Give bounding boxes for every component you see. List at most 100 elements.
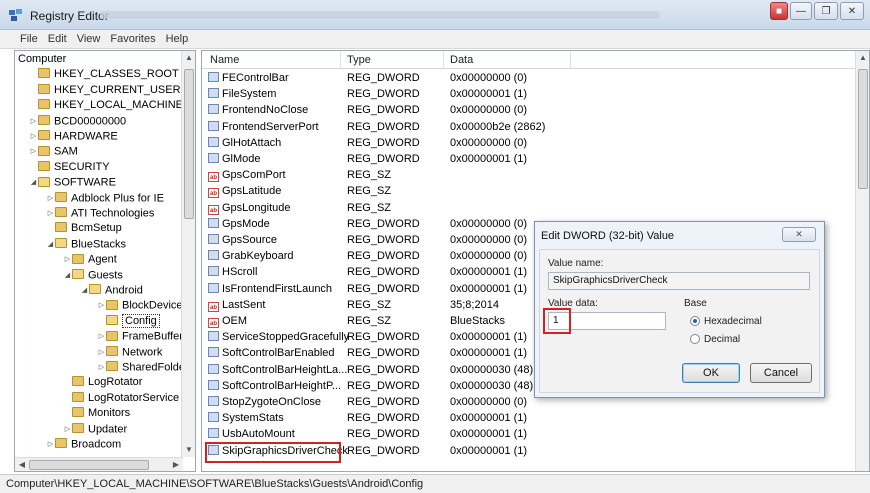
key-tree-pane[interactable]: Computer HKEY_CLASSES_ROOT HKEY_CURRENT_US… — [14, 50, 196, 472]
expand-icon[interactable]: ▷ — [29, 114, 38, 129]
menu-file[interactable]: File — [20, 33, 38, 45]
tree-item[interactable]: LogRotatorService — [63, 391, 179, 406]
tree-item[interactable]: ◢ Android — [80, 283, 143, 298]
value-row[interactable]: ab GpsComPort REG_SZ — [202, 167, 857, 183]
collapse-icon[interactable]: ◢ — [63, 268, 72, 283]
expand-icon[interactable]: ▷ — [63, 422, 72, 437]
value-name: SoftControlBarEnabled — [222, 347, 335, 360]
tree-item[interactable]: ▷ SAM — [29, 144, 78, 159]
registry-editor-icon — [9, 9, 22, 21]
value-row[interactable]: ab GpsLongitude REG_SZ — [202, 200, 857, 216]
menu-favorites[interactable]: Favorites — [110, 33, 155, 45]
tree-item[interactable]: Monitors — [63, 406, 130, 421]
value-row[interactable]: FrontendNoClose REG_DWORD 0x00000000 (0) — [202, 102, 857, 118]
expand-icon[interactable]: ▷ — [29, 144, 38, 159]
menu-edit[interactable]: Edit — [48, 33, 67, 45]
collapse-icon[interactable]: ◢ — [80, 283, 89, 298]
collapse-icon[interactable]: ◢ — [46, 237, 55, 252]
ok-button[interactable]: OK — [682, 363, 740, 383]
expand-icon[interactable]: ▷ — [46, 206, 55, 221]
column-type-header[interactable]: Type — [347, 54, 371, 66]
tree-item[interactable]: ▷ BCD00000000 — [29, 114, 126, 129]
value-data-cell: 0x00000030 (48) — [450, 363, 534, 376]
red-indicator-icon[interactable]: ■ — [770, 2, 788, 20]
menu-view[interactable]: View — [77, 33, 101, 45]
decimal-radio[interactable]: Decimal — [690, 334, 740, 345]
tree-item[interactable]: BcmSetup — [46, 221, 122, 236]
value-name-cell: FrontendServerPort — [208, 119, 319, 135]
tree-item[interactable]: Config — [97, 313, 160, 329]
list-scroll-thumb[interactable] — [858, 69, 868, 189]
tree-item[interactable]: HKEY_CLASSES_ROOT — [29, 67, 179, 82]
value-row[interactable]: ab GpsLatitude REG_SZ — [202, 183, 857, 199]
tree-item[interactable]: ▷ Agent — [63, 252, 117, 267]
tree-item[interactable]: ◢ SOFTWARE — [29, 175, 116, 190]
scroll-right-icon[interactable]: ▶ — [169, 458, 183, 471]
column-divider[interactable] — [443, 51, 444, 69]
folder-icon — [72, 269, 84, 279]
radio-unselected-icon[interactable] — [690, 334, 700, 344]
value-row[interactable]: SystemStats REG_DWORD 0x00000001 (1) — [202, 410, 857, 426]
value-row[interactable]: GlMode REG_DWORD 0x00000001 (1) — [202, 151, 857, 167]
radio-selected-icon[interactable] — [690, 316, 700, 326]
tree-item[interactable]: LogRotator — [63, 375, 142, 390]
value-row[interactable]: FrontendServerPort REG_DWORD 0x00000b2e (2… — [202, 119, 857, 135]
column-data-header[interactable]: Data — [450, 54, 473, 66]
tree-item[interactable]: ▷ BlockDevice — [97, 298, 183, 313]
expand-icon[interactable]: ▷ — [46, 437, 55, 452]
tree-item[interactable]: ◢ Guests — [63, 268, 123, 283]
minimize-icon[interactable]: — — [790, 2, 812, 20]
tree-item[interactable]: ▷ HARDWARE — [29, 129, 118, 144]
tree-hscroll-thumb[interactable] — [29, 460, 149, 470]
tree-item[interactable]: ▷ SharedFolder — [97, 360, 189, 375]
menu-help[interactable]: Help — [166, 33, 189, 45]
folder-icon — [38, 176, 50, 187]
tree-item[interactable]: ▷ FrameBuffer — [97, 329, 183, 344]
value-data-cell: 0x00000030 (48) — [450, 379, 534, 392]
expand-icon[interactable]: ▷ — [63, 252, 72, 267]
scroll-up-icon[interactable]: ▲ — [856, 51, 869, 65]
tree-item[interactable]: ◢ BlueStacks — [46, 237, 126, 252]
tree-horizontal-scrollbar[interactable]: ◀ ▶ — [15, 457, 183, 471]
tree-item[interactable]: HKEY_LOCAL_MACHINE — [29, 98, 183, 113]
scroll-down-icon[interactable]: ▼ — [182, 443, 195, 457]
restore-icon[interactable]: ❐ — [814, 2, 838, 20]
scroll-left-icon[interactable]: ◀ — [15, 458, 29, 471]
tree-item[interactable]: ▷ ATI Technologies — [46, 206, 154, 221]
expand-icon[interactable]: ▷ — [97, 360, 106, 375]
expand-icon[interactable]: ▷ — [97, 329, 106, 344]
value-type-cell: REG_SZ — [347, 298, 392, 311]
tree-item[interactable]: ▷ Network — [97, 345, 162, 360]
expand-icon[interactable]: ▷ — [97, 298, 106, 313]
expand-icon[interactable]: ▷ — [97, 345, 106, 360]
value-data-cell: 0x00000001 (1) — [450, 347, 528, 360]
scroll-up-icon[interactable]: ▲ — [182, 51, 195, 65]
binary-value-icon — [208, 88, 219, 99]
value-row[interactable]: FEControlBar REG_DWORD 0x00000000 (0) — [202, 70, 857, 86]
tree-item[interactable]: ▷ Broadcom — [46, 437, 121, 452]
dialog-close-icon[interactable]: ✕ — [782, 227, 816, 242]
value-name-cell: ServiceStoppedGracefully — [208, 329, 349, 345]
value-row[interactable]: UsbAutoMount REG_DWORD 0x00000001 (1) — [202, 426, 857, 442]
tree-item[interactable]: ▷ Adblock Plus for IE — [46, 191, 164, 206]
tree-item[interactable]: HKEY_CURRENT_USER — [29, 83, 181, 98]
close-icon[interactable]: ✕ — [840, 2, 864, 20]
value-name-cell: ab OEM — [208, 313, 247, 329]
value-row[interactable]: FileSystem REG_DWORD 0x00000001 (1) — [202, 86, 857, 102]
column-divider[interactable] — [340, 51, 341, 69]
list-vertical-scrollbar[interactable]: ▲ — [855, 51, 869, 471]
column-name-header[interactable]: Name — [210, 54, 239, 66]
value-name-field[interactable]: SkipGraphicsDriverCheck — [548, 272, 810, 290]
tree-item[interactable]: ▷ Updater — [63, 422, 127, 437]
tree-scroll-thumb[interactable] — [184, 69, 194, 219]
expand-icon[interactable]: ▷ — [46, 191, 55, 206]
cancel-button[interactable]: Cancel — [750, 363, 812, 383]
tree-item[interactable]: Computer — [18, 52, 66, 67]
value-row[interactable]: GlHotAttach REG_DWORD 0x00000000 (0) — [202, 135, 857, 151]
collapse-icon[interactable]: ◢ — [29, 175, 38, 190]
column-divider[interactable] — [570, 51, 571, 69]
tree-vertical-scrollbar[interactable]: ▲ ▼ — [181, 51, 195, 457]
hexadecimal-radio[interactable]: Hexadecimal — [690, 316, 762, 327]
tree-item[interactable]: SECURITY — [29, 160, 110, 175]
expand-icon[interactable]: ▷ — [29, 129, 38, 144]
